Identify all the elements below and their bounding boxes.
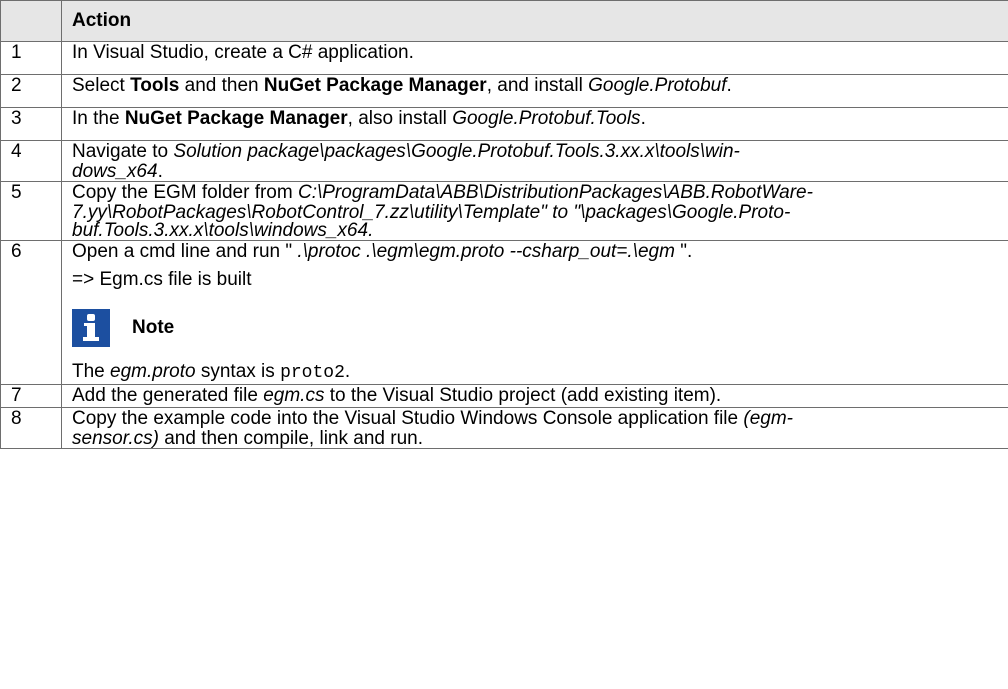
text-run: and then [179,75,264,96]
step-text: Navigate to Solution package\packages\Go… [61,140,1008,182]
table-row: 6 Open a cmd line and run " .\protoc .\e… [0,240,1008,385]
text-run: Copy the EGM folder from [72,182,298,203]
text-run: buf.Tools.3.xx.x\tools\windows_x64. [72,220,374,241]
text-run: . [726,75,732,96]
header-action-cell: Action [61,0,1008,42]
step-number: 8 [0,407,62,449]
note-label: Note [132,317,175,338]
step-number: 7 [0,384,62,408]
text-run: dows_x64 [72,161,158,182]
text-run: sensor.cs) [72,428,159,449]
step-number: 5 [0,181,62,241]
table-row: 7 Add the generated file egm.cs to the V… [0,384,1008,408]
text-run: , and install [486,75,589,96]
text-run: . [640,108,646,129]
text-run: ". [674,241,693,262]
text-run: (egm- [743,408,793,429]
table-row: 8 Copy the example code into the Visual … [0,407,1008,449]
text-run: to the Visual Studio project (add existi… [324,385,722,406]
text-run: . [157,161,163,182]
text-run: egm.proto [110,361,196,382]
text-run: The [72,361,111,382]
step-number: 6 [0,240,62,385]
step-text: In the NuGet Package Manager, also insta… [61,107,1008,141]
table-row: 2 Select Tools and then NuGet Package Ma… [0,74,1008,108]
table-row: 1 In Visual Studio, create a C# applicat… [0,41,1008,75]
step-text: Copy the example code into the Visual St… [61,407,1008,449]
header-row: Action [0,0,1008,42]
steps-table: Action 1 In Visual Studio, create a C# a… [0,0,1008,449]
header-num-cell [0,0,62,42]
step-text: Add the generated file egm.cs to the Vis… [61,384,1008,408]
step-number: 4 [0,140,62,182]
text-run: C:\ProgramData\ABB\DistributionPackages\… [297,182,813,203]
text-run: Open a cmd line and run " [72,241,298,262]
text-run: Copy the example code into the Visual St… [72,408,744,429]
info-icon [72,309,110,347]
step-text: In Visual Studio, create a C# applicatio… [61,41,1008,75]
note-callout: Note [72,309,998,347]
step-text: Open a cmd line and run " .\protoc .\egm… [61,240,1008,385]
text-run: egm.cs [263,385,325,406]
text-run: Select [72,75,131,96]
text-run: In the [72,108,125,129]
table-row: 4 Navigate to Solution package\packages\… [0,140,1008,182]
text-run: Tools [130,75,180,96]
text-run: Navigate to [72,141,174,162]
step-number: 2 [0,74,62,108]
text-run: Add the generated file [72,385,264,406]
text-run: Solution package\packages\Google.Protobu… [173,141,740,162]
step-number: 1 [0,41,62,75]
text-run: Google.Protobuf [588,75,727,96]
text-run: .\protoc .\egm\egm.proto --csharp_out=.\… [297,241,675,262]
code-run: proto2 [280,363,345,383]
table-row: 3 In the NuGet Package Manager, also ins… [0,107,1008,141]
text-run: => Egm.cs file is built [72,269,252,290]
step-number: 3 [0,107,62,141]
table-row: 5 Copy the EGM folder from C:\ProgramDat… [0,181,1008,241]
step-text: Select Tools and then NuGet Package Mana… [61,74,1008,108]
step-text: Copy the EGM folder from C:\ProgramData\… [61,181,1008,241]
text-run: NuGet Package Manager [124,108,348,129]
text-run: and then compile, link and run. [158,428,423,449]
text-run: syntax is [195,361,281,382]
text-run: NuGet Package Manager [263,75,487,96]
text-run: Google.Protobuf.Tools [452,108,641,129]
text-run: , also install [347,108,453,129]
text-run: . [344,361,351,382]
